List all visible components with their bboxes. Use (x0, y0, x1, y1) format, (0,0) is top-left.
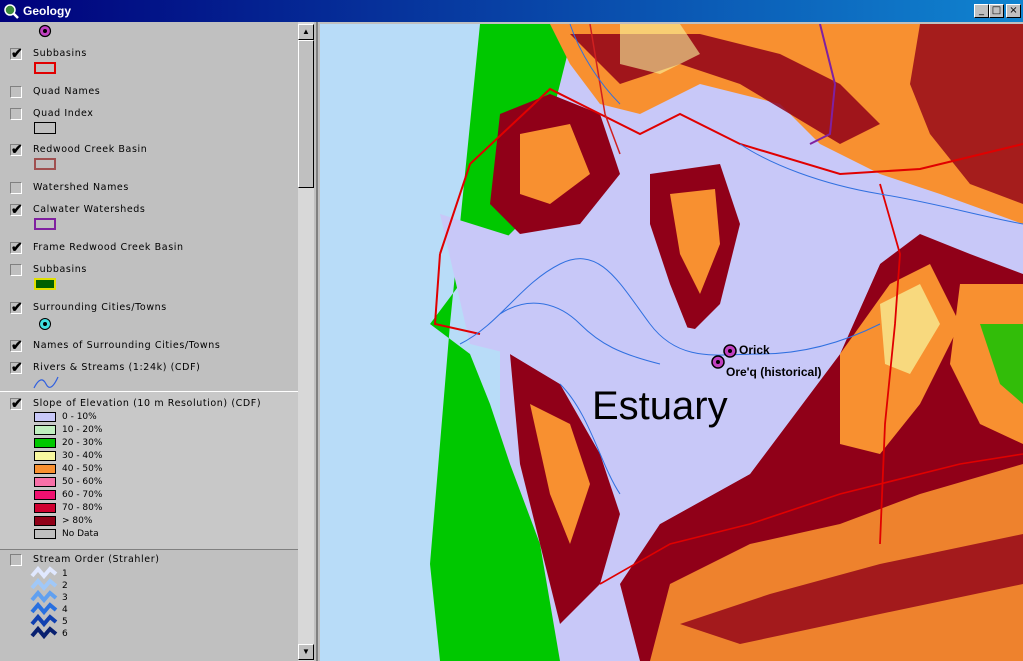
layer-label: Surrounding Cities/Towns (33, 302, 167, 313)
layer-row-slope-of-elevation[interactable]: ✔ Slope of Elevation (10 m Resolution) (… (0, 396, 298, 412)
layer-row-surrounding-cities[interactable]: ✔ Surrounding Cities/Towns (0, 300, 298, 316)
place-label-oreq: Ore'q (historical) (726, 365, 822, 379)
toc-scrollbar[interactable]: ▲ ▼ (298, 22, 314, 661)
layer-label: Quad Names (33, 86, 101, 97)
slope-class-swatch (34, 451, 56, 461)
layer-row-watershed-names[interactable]: Watershed Names (0, 180, 298, 196)
layer-checkbox[interactable]: ✔ (10, 142, 23, 156)
layer-checkbox[interactable]: ✔ (10, 396, 23, 410)
layer-checkbox[interactable]: ✔ (10, 46, 23, 60)
slope-class-swatch (34, 412, 56, 422)
slope-class-label: 20 - 30% (62, 438, 103, 448)
title-bar[interactable]: Geology _ □ × (0, 0, 1023, 22)
layer-row-subbasins-2[interactable]: Subbasins (0, 262, 298, 278)
slope-class-swatch (34, 464, 56, 474)
stream-order-label: 6 (62, 629, 68, 639)
slope-class-label: 40 - 50% (62, 464, 103, 474)
layer-checkbox[interactable] (10, 554, 22, 566)
scroll-up-arrow-icon[interactable]: ▲ (298, 24, 314, 40)
close-button[interactable]: × (1006, 4, 1021, 18)
map-view[interactable]: Orick Ore'q (historical) Estuary (320, 24, 1023, 661)
magnifier-globe-icon (4, 4, 19, 19)
stream-order-label: 1 (62, 569, 68, 579)
stream-order-label: 2 (62, 581, 68, 591)
town-marker-orick (723, 344, 737, 358)
stream-order-label: 5 (62, 617, 68, 627)
layer-checkbox[interactable] (10, 86, 22, 98)
layer-row-subbasins[interactable]: ✔ Subbasins (0, 46, 298, 62)
geology-window: Geology _ □ × ✔ Subbasins Quad Names Qua… (0, 0, 1023, 661)
slope-class-swatch (34, 516, 56, 526)
calwater-watersheds-symbol (34, 218, 56, 230)
layer-label: Slope of Elevation (10 m Resolution) (CD… (33, 398, 262, 409)
table-of-contents: ✔ Subbasins Quad Names Quad Index ✔ Redw… (0, 22, 318, 661)
layer-checkbox[interactable]: ✔ (10, 240, 23, 254)
window-title: Geology (23, 4, 72, 18)
layer-row-quad-index[interactable]: Quad Index (0, 106, 298, 122)
slope-class-swatch (34, 438, 56, 448)
layer-row-redwood-creek-basin[interactable]: ✔ Redwood Creek Basin (0, 142, 298, 158)
slope-class-label: 50 - 60% (62, 477, 103, 487)
layer-checkbox[interactable] (10, 108, 22, 120)
layer-label: Stream Order (Strahler) (33, 554, 160, 565)
town-marker-oreq (711, 355, 725, 369)
layer-label: Subbasins (33, 48, 87, 59)
layer-label: Watershed Names (33, 182, 129, 193)
place-label-orick: Orick (739, 343, 770, 357)
layer-row-city-names[interactable]: ✔ Names of Surrounding Cities/Towns (0, 338, 298, 354)
layer-label: Names of Surrounding Cities/Towns (33, 340, 221, 351)
layer-label: Quad Index (33, 108, 94, 119)
layer-row-frame-redwood-creek-basin[interactable]: ✔ Frame Redwood Creek Basin (0, 240, 298, 256)
layer-checkbox[interactable] (10, 182, 22, 194)
stream-order-label: 4 (62, 605, 68, 615)
slope-class-swatch (34, 529, 56, 539)
layer-label: Subbasins (33, 264, 87, 275)
layer-checkbox[interactable] (10, 264, 22, 276)
minimize-button[interactable]: _ (974, 4, 989, 18)
layer-checkbox[interactable]: ✔ (10, 300, 23, 314)
stream-order-symbols (30, 566, 58, 640)
slope-raster-map (320, 24, 1023, 661)
slope-class-label: > 80% (62, 516, 93, 526)
redwood-creek-basin-symbol (34, 158, 56, 170)
layer-row-quad-names[interactable]: Quad Names (0, 84, 298, 100)
slope-class-label: No Data (62, 529, 99, 539)
layer-label: Redwood Creek Basin (33, 144, 148, 155)
layer-checkbox[interactable]: ✔ (10, 202, 23, 216)
slope-class-label: 0 - 10% (62, 412, 97, 422)
slope-class-label: 30 - 40% (62, 451, 103, 461)
stream-line-icon (33, 376, 59, 389)
layer-label: Frame Redwood Creek Basin (33, 242, 184, 253)
subbasins-2-symbol (34, 278, 56, 290)
layer-label: Rivers & Streams (1:24k) (CDF) (33, 362, 201, 373)
stream-order-label: 3 (62, 593, 68, 603)
slope-class-swatch (34, 490, 56, 500)
layer-label: Calwater Watersheds (33, 204, 146, 215)
scroll-down-arrow-icon[interactable]: ▼ (298, 644, 314, 660)
city-point-icon (39, 318, 51, 330)
slope-class-swatch (34, 503, 56, 513)
layer-checkbox[interactable]: ✔ (10, 338, 23, 352)
subbasins-symbol (34, 62, 56, 74)
maximize-button[interactable]: □ (989, 4, 1004, 18)
slope-class-label: 60 - 70% (62, 490, 103, 500)
scrollbar-thumb[interactable] (298, 40, 314, 188)
slope-class-swatch (34, 477, 56, 487)
city-point-symbol (38, 24, 52, 38)
slope-class-label: 10 - 20% (62, 425, 103, 435)
slope-class-label: 70 - 80% (62, 503, 103, 513)
layer-row-calwater-watersheds[interactable]: ✔ Calwater Watersheds (0, 202, 298, 218)
quad-index-symbol (34, 122, 56, 134)
layer-checkbox[interactable]: ✔ (10, 360, 23, 374)
map-label-estuary: Estuary (592, 384, 728, 428)
slope-class-swatch (34, 425, 56, 435)
